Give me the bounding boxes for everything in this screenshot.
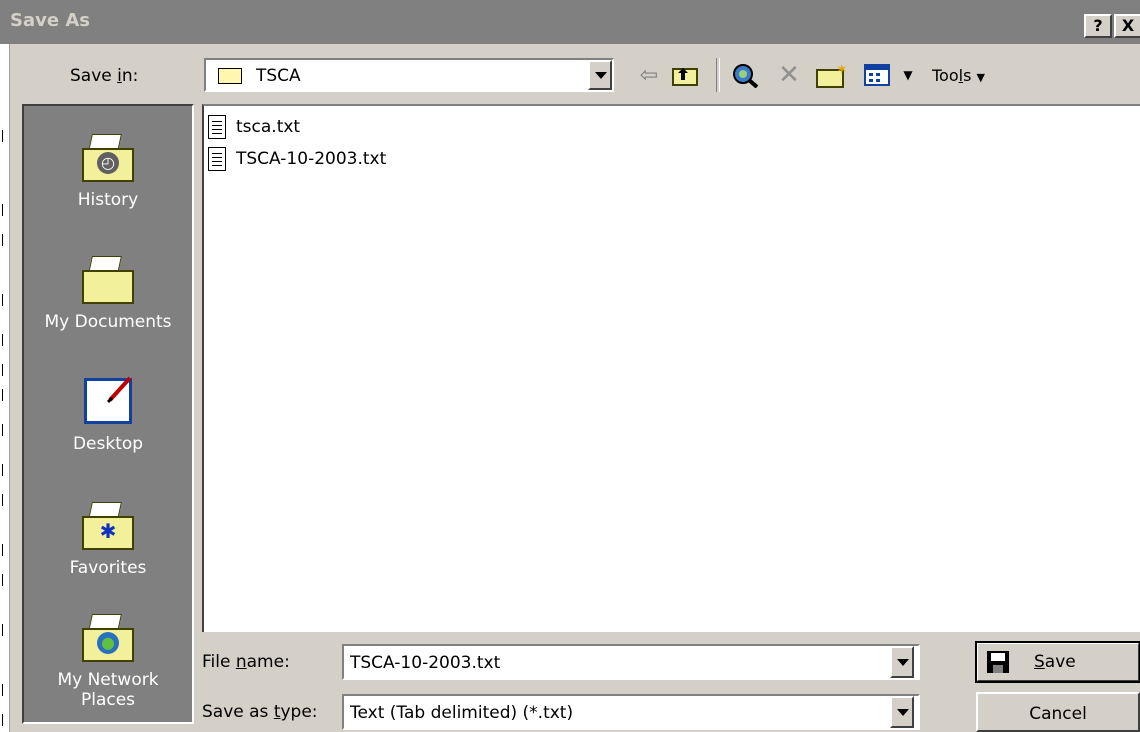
- delete-icon[interactable]: ✕: [774, 60, 804, 90]
- svg-text:✶: ✶: [836, 62, 848, 78]
- place-label: Favorites: [69, 558, 147, 578]
- favorites-folder-icon: ✱: [80, 498, 136, 550]
- views-icon[interactable]: [862, 62, 892, 88]
- back-arrow-icon[interactable]: ⇦: [634, 62, 664, 88]
- place-label: My Network: [57, 670, 159, 690]
- save-in-value: TSCA: [256, 66, 301, 86]
- place-favorites[interactable]: ✱ Favorites: [24, 498, 192, 578]
- list-item[interactable]: TSCA-10-2003.txt: [208, 146, 386, 172]
- save-in-dropdown[interactable]: TSCA: [204, 58, 614, 92]
- file-name-dropdown-arrow[interactable]: [890, 646, 914, 678]
- place-my-network-places[interactable]: ● My Network Places: [24, 610, 192, 710]
- file-list[interactable]: tsca.txt TSCA-10-2003.txt: [202, 104, 1140, 632]
- file-name-value: TSCA-10-2003.txt: [350, 653, 501, 673]
- network-places-icon: ●: [80, 610, 136, 662]
- text-file-icon: [208, 115, 226, 139]
- save-as-type-dropdown-arrow[interactable]: [890, 696, 914, 728]
- save-in-label: Save in:: [70, 66, 139, 86]
- save-as-type-label: Save as type:: [202, 702, 318, 722]
- search-web-icon[interactable]: [728, 62, 762, 88]
- views-dropdown-arrow-icon[interactable]: ▼: [900, 62, 916, 88]
- tools-menu[interactable]: Tools ▼: [932, 66, 985, 85]
- title-bar: Save As ? X: [0, 0, 1140, 44]
- tools-dropdown-arrow-icon: ▼: [976, 71, 985, 84]
- places-bar: ◴ History My Documents Desktop ✱ Favorit…: [22, 104, 194, 724]
- place-label: Places: [80, 690, 136, 710]
- up-one-level-icon[interactable]: [670, 62, 700, 88]
- file-name-input[interactable]: TSCA-10-2003.txt: [342, 644, 920, 680]
- place-desktop[interactable]: Desktop: [24, 374, 192, 454]
- cancel-button[interactable]: Cancel: [976, 692, 1140, 732]
- place-label: History: [77, 190, 139, 210]
- save-button-label: Save: [1034, 652, 1076, 672]
- save-button[interactable]: Save: [975, 641, 1140, 683]
- save-as-type-value: Text (Tab delimited) (*.txt): [350, 703, 574, 723]
- file-name: tsca.txt: [236, 117, 301, 137]
- floppy-disk-icon: [987, 651, 1009, 673]
- text-file-icon: [208, 147, 226, 171]
- my-documents-folder-icon: [80, 252, 136, 304]
- save-as-type-dropdown[interactable]: Text (Tab delimited) (*.txt): [342, 694, 920, 730]
- close-button[interactable]: X: [1114, 14, 1140, 38]
- window-title: Save As: [10, 10, 90, 31]
- place-history[interactable]: ◴ History: [24, 130, 192, 210]
- background-window-edge: [0, 44, 10, 732]
- history-folder-icon: ◴: [80, 130, 136, 182]
- folder-icon: [218, 68, 242, 84]
- place-label: My Documents: [44, 312, 172, 332]
- list-item[interactable]: tsca.txt: [208, 114, 300, 140]
- help-button[interactable]: ?: [1084, 14, 1112, 38]
- cancel-button-label: Cancel: [1029, 704, 1087, 724]
- place-label: Desktop: [72, 434, 144, 454]
- desktop-icon: [80, 374, 136, 426]
- file-name: TSCA-10-2003.txt: [236, 149, 387, 169]
- save-in-dropdown-arrow[interactable]: [588, 60, 612, 90]
- toolbar-separator: [716, 58, 720, 92]
- place-my-documents[interactable]: My Documents: [24, 252, 192, 332]
- file-name-label: File name:: [202, 652, 290, 672]
- create-new-folder-icon[interactable]: ✶: [814, 62, 852, 88]
